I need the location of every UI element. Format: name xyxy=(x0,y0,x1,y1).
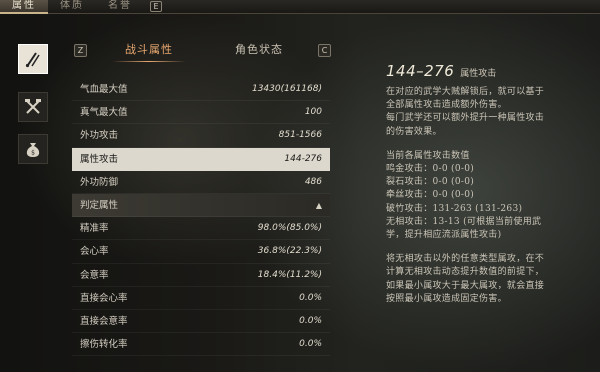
stat-row-physical-defense[interactable]: 外功防御 486 xyxy=(72,171,330,194)
tab-character-status[interactable]: 角色状态 xyxy=(222,40,296,62)
tab-constitution[interactable]: 体质 xyxy=(48,0,96,14)
detail-line: 裂石攻击：0-0 (0-0) xyxy=(386,177,475,188)
stat-value: 18.4%(11.2%) xyxy=(257,269,322,280)
prev-subtab-key-hint[interactable]: Z xyxy=(74,44,87,57)
stat-row-direct-crit-rate[interactable]: 直接会心率 0.0% xyxy=(72,287,330,310)
stat-row-graze-conversion[interactable]: 擦伤转化率 0.0% xyxy=(72,333,330,357)
money-bag-icon[interactable]: $ xyxy=(18,134,48,164)
stat-row-max-qi[interactable]: 真气最大值 100 xyxy=(72,101,330,125)
tab-attributes[interactable]: 属性 xyxy=(0,0,48,14)
stat-label: 会意率 xyxy=(80,269,109,281)
stat-row-max-hp[interactable]: 气血最大值 13430(161168) xyxy=(72,78,330,102)
top-tab-bar: 属性 体质 名誉 E xyxy=(0,0,600,14)
stat-row-crit-rate[interactable]: 会心率 36.8%(22.3%) xyxy=(72,240,330,264)
stats-table: 气血最大值 13430(161168) 真气最大值 100 外功攻击 851-1… xyxy=(72,78,330,357)
detail-range: 144–276 xyxy=(386,62,455,80)
brush-pen-icon[interactable] xyxy=(18,44,48,74)
stat-row-physical-attack[interactable]: 外功攻击 851-1566 xyxy=(72,124,330,148)
tab-combat-attributes[interactable]: 战斗属性 xyxy=(112,40,186,62)
stat-label: 直接会意率 xyxy=(80,315,128,327)
detail-line: 当前各属性攻击数值 xyxy=(386,150,470,161)
detail-line: 鸣金攻击：0-0 (0-0) xyxy=(386,164,475,175)
detail-line: 无相攻击：13-13 (可根据当前使用武 xyxy=(386,216,542,227)
stat-label: 精准率 xyxy=(80,223,109,235)
stat-row-attribute-attack[interactable]: 属性攻击 144-276 xyxy=(72,147,330,171)
stat-value: 13430(161168) xyxy=(251,84,322,94)
detail-line: 按照最小属攻造成固定伤害。 xyxy=(386,293,507,304)
stat-value: 486 xyxy=(304,176,322,187)
section-header-judgement[interactable]: 判定属性 ▲ xyxy=(72,193,330,218)
crossed-weapons-icon[interactable] xyxy=(18,92,48,122)
detail-line: 将无相攻击以外的任意类型属攻，在不 xyxy=(386,254,545,265)
stat-value: 98.0%(85.0%) xyxy=(257,223,322,234)
stat-label: 直接会心率 xyxy=(80,292,128,304)
stat-value: 0.0% xyxy=(299,292,322,303)
stat-value: 851-1566 xyxy=(278,130,322,141)
stat-label: 真气最大值 xyxy=(80,107,128,119)
svg-text:$: $ xyxy=(31,150,35,157)
collapse-caret-icon[interactable]: ▲ xyxy=(316,194,322,216)
next-tab-key-hint[interactable]: E xyxy=(150,1,162,12)
tab-reputation[interactable]: 名誉 xyxy=(96,0,144,14)
detail-line: 计算无相攻击动态提升数值的前提下， xyxy=(386,267,545,278)
stat-row-direct-insight-rate[interactable]: 直接会意率 0.0% xyxy=(72,310,330,334)
stat-label: 擦伤转化率 xyxy=(80,339,128,351)
stat-value: 0.0% xyxy=(299,339,322,350)
detail-line: 在对应的武学大贼解锁后，就可以基于 xyxy=(386,87,545,97)
detail-line: 破竹攻击：131-263 (131-263) xyxy=(386,203,523,214)
stat-detail-panel: 144–276 属性攻击 在对应的武学大贼解锁后，就可以基于 全部属性攻击造成额… xyxy=(386,62,592,306)
section-label: 判定属性 xyxy=(80,199,119,211)
detail-line: 学，提升相应流派属性攻击) xyxy=(386,230,502,241)
stat-value: 144-276 xyxy=(284,153,322,164)
stat-row-insight-rate[interactable]: 会意率 18.4%(11.2%) xyxy=(72,264,330,287)
stat-row-accuracy[interactable]: 精准率 98.0%(85.0%) xyxy=(72,217,330,241)
stat-label: 气血最大值 xyxy=(80,84,128,95)
detail-line: 每门武学还可以额外提升一种属性攻击 xyxy=(386,113,545,124)
stat-label: 外功攻击 xyxy=(80,130,119,142)
detail-line: 的伤害效果。 xyxy=(386,126,442,137)
stat-value: 0.0% xyxy=(299,315,322,326)
stat-value: 100 xyxy=(304,107,322,118)
next-subtab-key-hint[interactable]: C xyxy=(318,44,331,57)
detail-line: 如果最小属攻大于最大属攻，就会直接 xyxy=(386,280,545,291)
detail-line: 牵丝攻击：0-0 (0-0) xyxy=(386,190,475,201)
stat-value: 36.8%(22.3%) xyxy=(257,246,322,257)
detail-stat-name: 属性攻击 xyxy=(460,69,497,79)
stat-label: 会心率 xyxy=(80,246,109,258)
stat-label: 外功防御 xyxy=(80,176,119,188)
detail-line: 全部属性攻击造成额外伤害。 xyxy=(386,100,507,111)
stat-label: 属性攻击 xyxy=(80,153,119,165)
